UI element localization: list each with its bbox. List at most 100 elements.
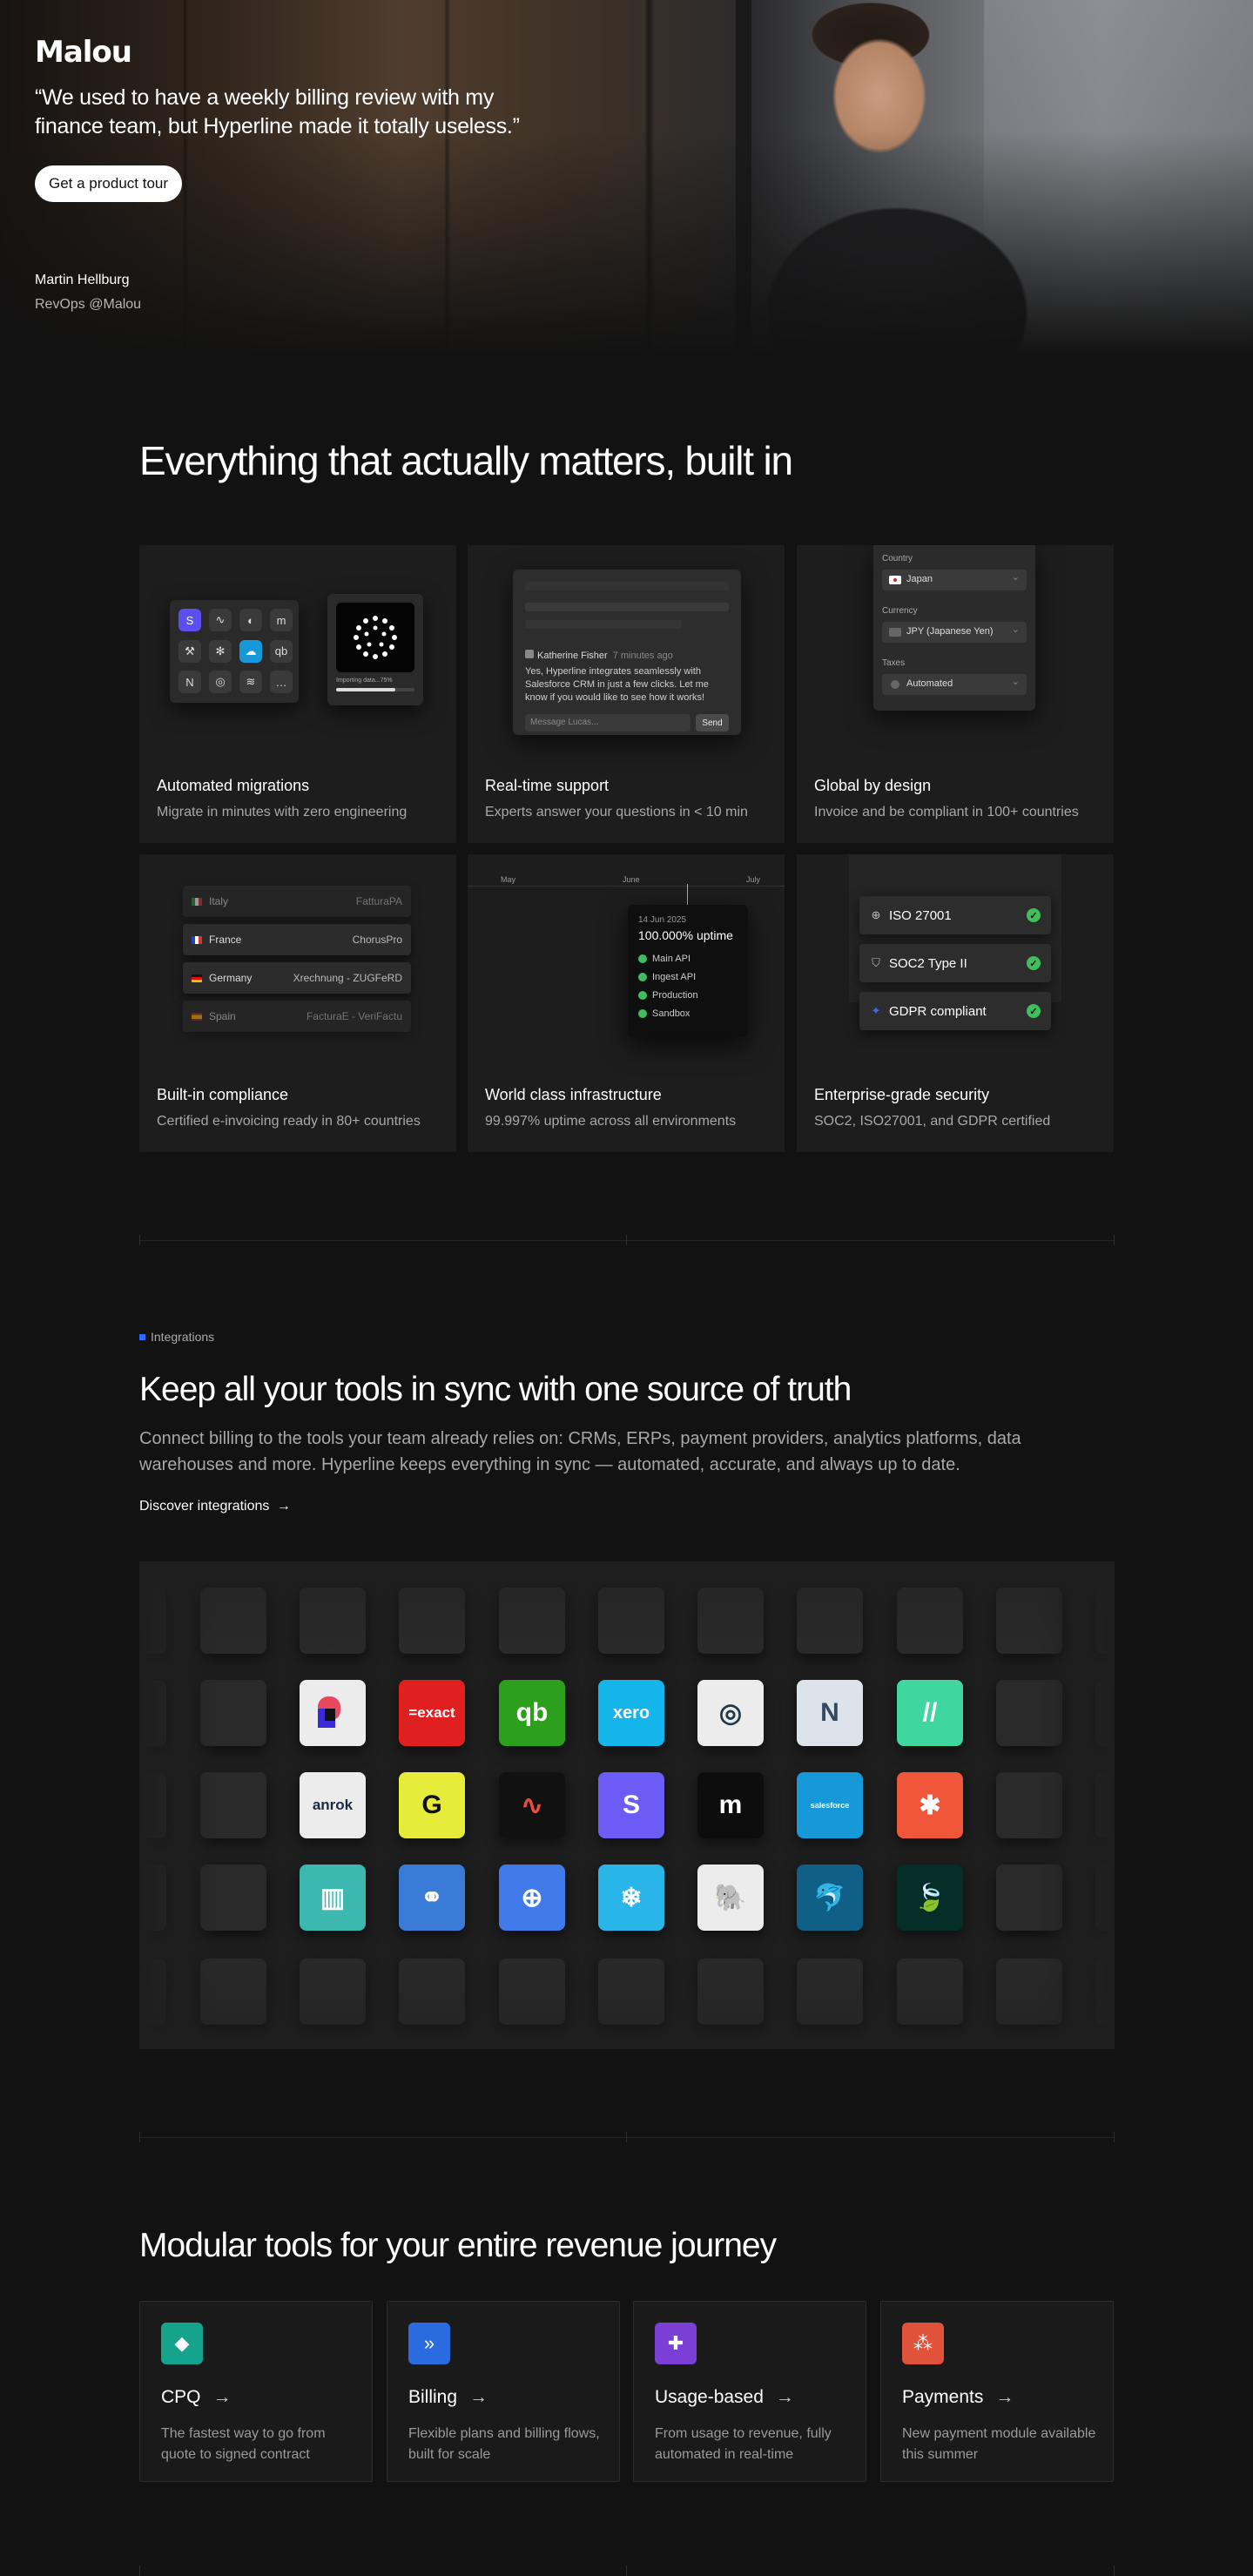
feature-card-global: Country Japan Currency JPY (Japanese Yen… (797, 545, 1114, 843)
taxes-select[interactable]: Automated (882, 674, 1027, 695)
placeholder-tile (399, 1959, 465, 2025)
features-heading: Everything that actually matters, built … (139, 438, 793, 483)
placeholder-tile (996, 1680, 1062, 1746)
mongodb-icon[interactable]: 🍃 (897, 1865, 963, 1931)
postgres-icon[interactable]: 🐘 (697, 1865, 764, 1931)
testimonial-quote: “We used to have a weekly billing review… (35, 85, 520, 138)
cpq-icon: ◆ (161, 2323, 203, 2364)
uptime-value: 100.000% uptime (638, 928, 733, 942)
search-logo-icon[interactable]: ⊕ (499, 1865, 565, 1931)
placeholder-tile (1095, 1865, 1115, 1931)
m-logo-icon[interactable]: m (697, 1772, 764, 1838)
integrations-grid: =exact qb xero ◎ N // anrok G ∿ Sm salesforce ✱ ▥ ⚭ ⊕ ❄… (139, 1561, 1115, 2049)
tool-title: Payments → (902, 2387, 1014, 2407)
snowflake-icon[interactable]: ❄ (598, 1865, 664, 1931)
placeholder-tile (499, 1588, 565, 1654)
france-flag-icon (192, 935, 202, 944)
database-icon: ≋ (239, 671, 262, 694)
placeholder-tile (1095, 1772, 1115, 1838)
japan-flag-icon (889, 576, 901, 584)
country-select[interactable]: Japan (882, 570, 1027, 590)
card-title: Enterprise-grade security (814, 1086, 990, 1103)
service-status: Production (638, 986, 738, 1004)
placeholder-tile (697, 1959, 764, 2025)
wave-icon: ∿ (209, 609, 232, 631)
mysql-icon[interactable]: 🐬 (797, 1865, 863, 1931)
tool-title: Usage-based → (655, 2387, 794, 2407)
product-tour-button[interactable]: Get a product tour (35, 165, 183, 202)
stripe-s-icon[interactable]: S (598, 1772, 664, 1838)
usage-icon: ✚ (655, 2323, 697, 2364)
currency-icon (889, 628, 901, 637)
timeline-marker (687, 884, 688, 905)
netsuite-icon[interactable]: N (797, 1680, 863, 1746)
placeholder-tile (200, 1772, 266, 1838)
support-chat-window: Katherine Fisher 7 minutes ago Yes, Hyper… (513, 570, 741, 735)
billing-icon: » (408, 2323, 450, 2364)
salesforce-icon[interactable]: salesforce (797, 1772, 863, 1838)
chart-logo-icon[interactable]: ▥ (300, 1865, 366, 1931)
bullet-icon (139, 1333, 145, 1340)
discover-integrations-link[interactable]: Discover integrations → (139, 1499, 291, 1514)
card-title: Real-time support (485, 777, 610, 794)
locale-settings-panel: Country Japan Currency JPY (Japanese Yen… (873, 545, 1035, 711)
card-desc: SOC2, ISO27001, and GDPR certified (814, 1114, 1051, 1129)
chargebee-icon: ◐ (239, 609, 262, 631)
chat-input[interactable]: Message Lucas... (525, 714, 690, 732)
salesforce-icon: ☁ (239, 639, 262, 663)
chat-message: Yes, Hyperline integrates seamlessly wit… (525, 666, 709, 703)
compliance-row: France ChorusPro (183, 924, 411, 955)
card-desc: Invoice and be compliant in 100+ countri… (814, 805, 1079, 819)
placeholder-tile (139, 1772, 166, 1838)
xero-icon[interactable]: xero (598, 1680, 664, 1746)
payments-icon: ⁂ (902, 2323, 944, 2364)
card-title: Global by design (814, 777, 932, 794)
link-logo-icon[interactable]: ⚭ (399, 1865, 465, 1931)
placeholder-tile (139, 1865, 166, 1931)
germany-flag-icon (192, 974, 202, 982)
card-title: World class infrastructure (485, 1086, 662, 1103)
placeholder-tile (200, 1959, 266, 2025)
placeholder-tile (1095, 1959, 1115, 2025)
tool-desc: The fastest way to go from quote to sign… (161, 2426, 326, 2462)
italy-flag-icon (192, 897, 202, 906)
vertical-icon[interactable]: // (897, 1680, 963, 1746)
status-dot-icon (638, 972, 647, 981)
openai-icon: ◎ (209, 671, 232, 694)
placeholder-tile (139, 1959, 166, 2025)
placeholder-tile (200, 1680, 266, 1746)
tool-title: CPQ → (161, 2387, 232, 2407)
check-icon: ✓ (1027, 908, 1041, 922)
security-cert: ✦ GDPR compliant ✓ (859, 992, 1051, 1030)
currency-select[interactable]: JPY (Japanese Yen) (882, 622, 1027, 643)
arrow-right-icon: → (276, 1499, 291, 1514)
send-button[interactable]: Send (696, 714, 729, 732)
testimonial-author: Martin Hellburg (35, 273, 130, 287)
tax-icon (891, 680, 899, 689)
tool-title: Billing → (408, 2387, 488, 2407)
wave-logo-icon[interactable]: ∿ (499, 1772, 565, 1838)
placeholder-tile (1095, 1680, 1115, 1746)
pennylane-icon[interactable] (300, 1680, 366, 1746)
exact-icon[interactable]: =exact (399, 1680, 465, 1746)
placeholder-tile (300, 1588, 366, 1654)
tool-card-billing[interactable]: » Billing → Flexible plans and billing fl… (387, 2301, 620, 2482)
placeholder-tile (996, 1959, 1062, 2025)
import-progress-card: Importing data... 75% (327, 594, 423, 705)
hubspot-icon[interactable]: ✱ (897, 1772, 963, 1838)
card-title: Built-in compliance (157, 1086, 289, 1103)
placeholder-tile (200, 1588, 266, 1654)
tool-desc: New payment module available this summer (902, 2426, 1096, 2462)
placeholder-tile (897, 1959, 963, 2025)
quickbooks-icon[interactable]: qb (499, 1680, 565, 1746)
placeholder-tile (300, 1959, 366, 2025)
check-icon: ✓ (1027, 1004, 1041, 1018)
tool-card-cpq[interactable]: ◆ CPQ → The fastest way to go from quote … (139, 2301, 373, 2482)
tool-card-usage-based[interactable]: ✚ Usage-based → From usage to revenue, fu… (633, 2301, 866, 2482)
g-logo-icon[interactable]: G (399, 1772, 465, 1838)
tool-card-payments[interactable]: ⁂ Payments → New payment module available… (880, 2301, 1114, 2482)
app-grid: S ∿ ◐ m ⚒ ✻ ☁ qb N ◎ ≋ … (170, 600, 299, 703)
anrok-icon[interactable]: anrok (300, 1772, 366, 1838)
card-desc: Migrate in minutes with zero engineering (157, 805, 408, 819)
circle-logo-icon[interactable]: ◎ (697, 1680, 764, 1746)
